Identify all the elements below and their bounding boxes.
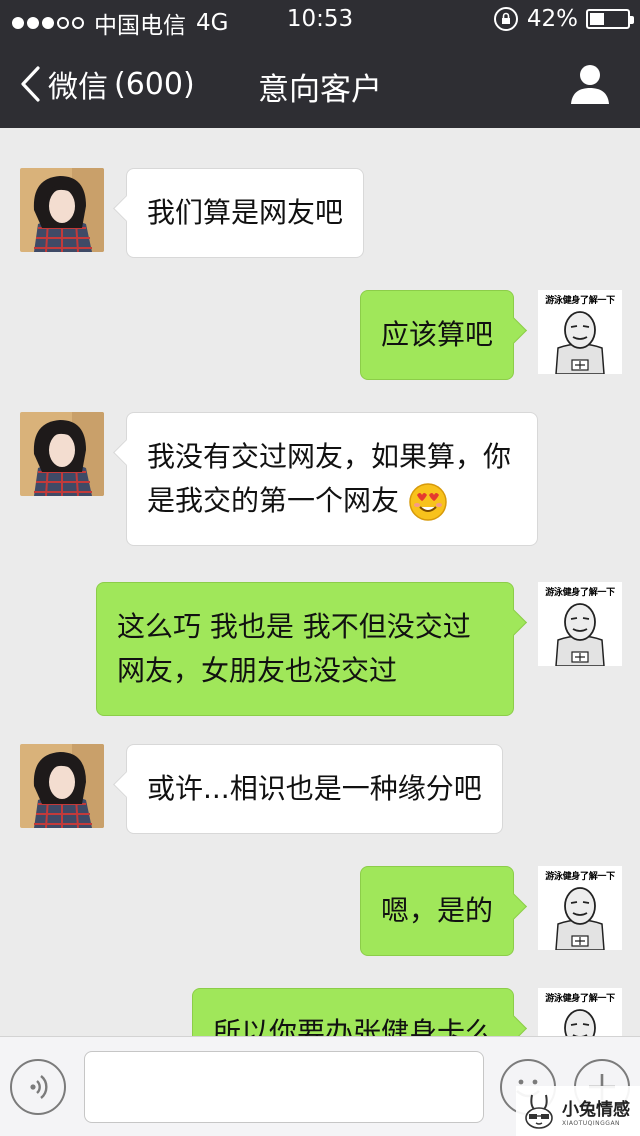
my-avatar[interactable]: 游泳健身了解一下 [538,988,622,1036]
page-title: 意向客户 [258,72,382,108]
message-bubble-incoming[interactable]: 我没有交过网友，如果算，你 是我交的第一个网友 [126,412,538,546]
message-bubble-outgoing[interactable]: 这么巧 我也是 我不但没交过 网友，女朋友也没交过 [96,582,514,716]
message-text: 嗯，是的 [381,894,494,927]
nav-bar: 微信 (600) 意向客户 [0,40,640,128]
meme-caption: 游泳健身了解一下 [545,872,615,882]
watermark-name: 小兔情感 [562,1100,630,1120]
voice-button[interactable] [10,1059,66,1115]
message-text: 应该算吧 [381,318,494,351]
my-avatar[interactable]: 游泳健身了解一下 [538,582,622,666]
message-bubble-outgoing[interactable]: 嗯，是的 [360,866,515,956]
voice-icon [30,1075,48,1099]
message-text: 我们算是网友吧 [147,196,344,229]
meme-caption: 游泳健身了解一下 [545,588,615,598]
message-bubble-outgoing[interactable]: 所以你要办张健身卡么 [192,988,515,1036]
message-text: 我没有交过网友，如果算，你 [147,440,512,473]
message-text: 网友，女朋友也没交过 [117,654,398,687]
my-avatar[interactable]: 游泳健身了解一下 [538,290,622,374]
chat-messages[interactable]: 我们算是网友吧 应该算吧 游泳健身了解一下 我没有交过网友，如果算，你 是我交的… [0,128,640,1036]
heart-eyes-emoji-icon [409,483,447,521]
watermark-text: 小兔情感 XIAOTUQINGGAN [562,1095,630,1127]
message-text: 所以你要办张健身卡么 [213,1016,494,1036]
status-right: 42% [493,6,634,32]
meme-caption: 游泳健身了解一下 [545,296,615,306]
battery-icon [586,9,634,29]
orientation-lock-icon [493,7,518,31]
rabbit-logo-icon [525,1094,553,1129]
contact-avatar-image [20,412,104,496]
person-icon[interactable] [568,62,612,106]
status-bar: 中国电信 4G 10:53 42% [0,0,640,40]
my-avatar[interactable]: 游泳健身了解一下 [538,866,622,950]
contact-avatar-image [20,744,104,828]
message-text-line: 是我交的第一个网友 [147,479,517,523]
watermark-logo: 小兔情感 XIAOTUQINGGAN [516,1086,640,1136]
contact-avatar[interactable] [20,744,104,828]
message-text: 是我交的第一个网友 [147,484,400,517]
meme-caption: 游泳健身了解一下 [545,994,615,1004]
contact-avatar-image [20,168,104,252]
battery-percent: 42% [526,6,578,32]
message-bubble-incoming[interactable]: 我们算是网友吧 [126,168,365,258]
contact-avatar[interactable] [20,168,104,252]
message-text: 这么巧 我也是 我不但没交过 [117,610,471,643]
watermark-sub: XIAOTUQINGGAN [562,1120,621,1127]
message-bubble-incoming[interactable]: 或许...相识也是一种缘分吧 [126,744,503,834]
contact-avatar[interactable] [20,412,104,496]
message-text: 或许...相识也是一种缘分吧 [147,772,482,805]
message-input[interactable] [84,1051,484,1123]
message-bubble-outgoing[interactable]: 应该算吧 [360,290,515,380]
